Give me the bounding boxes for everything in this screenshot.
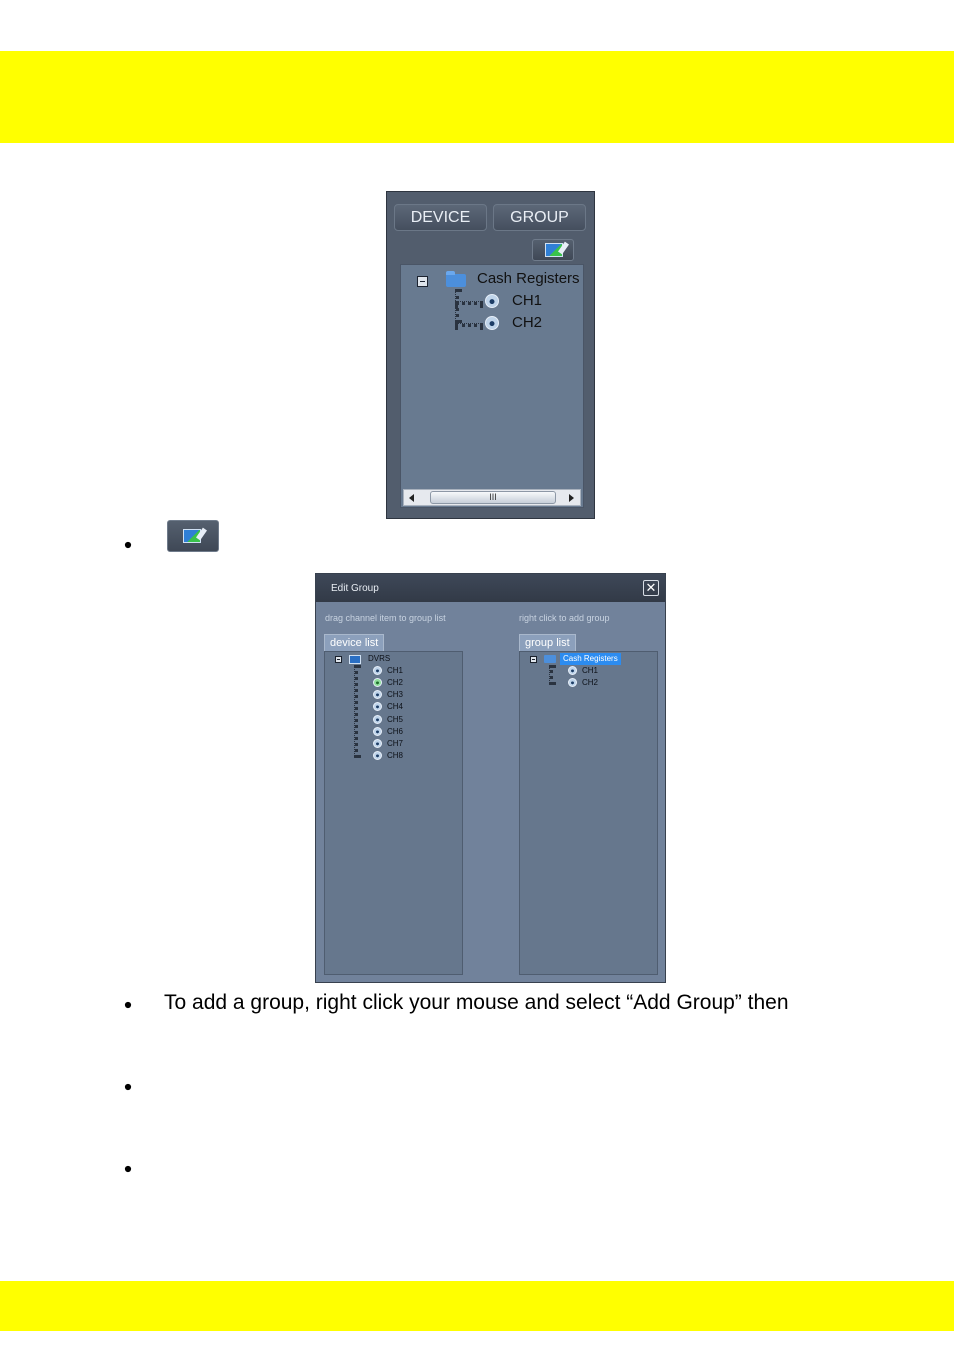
device-channel-ch4[interactable]: CH4 — [387, 701, 403, 713]
tree-line — [455, 289, 459, 323]
camera-icon — [568, 666, 577, 675]
camera-icon — [373, 727, 382, 736]
scroll-right-icon[interactable] — [569, 494, 574, 502]
tab-device-list[interactable]: device list — [324, 634, 385, 651]
device-channel-ch6[interactable]: CH6 — [387, 726, 403, 738]
dialog-title: Edit Group — [316, 574, 665, 602]
camera-icon — [568, 678, 577, 687]
group-channel-ch2[interactable]: CH2 — [582, 677, 598, 689]
device-channel-ch5[interactable]: CH5 — [387, 714, 403, 726]
dvr-icon — [349, 655, 361, 664]
camera-icon — [485, 294, 499, 308]
footer-banner — [0, 1281, 954, 1331]
device-channel-ch1[interactable]: CH1 — [387, 665, 403, 677]
scroll-thumb[interactable]: III — [430, 491, 556, 504]
camera-icon — [373, 702, 382, 711]
add-group-instruction: To add a group, right click your mouse a… — [164, 991, 789, 1014]
tree-item-ch1[interactable]: CH1 — [512, 292, 542, 312]
camera-icon — [373, 690, 382, 699]
right-hint: right click to add group — [519, 613, 610, 623]
tree-line — [549, 665, 553, 685]
scroll-left-icon[interactable] — [409, 494, 414, 502]
camera-icon — [373, 715, 382, 724]
tree-line — [455, 323, 483, 327]
tree-line — [354, 665, 358, 758]
folder-icon — [544, 655, 556, 663]
edit-group-icon — [183, 529, 201, 543]
group-tree: Cash Registers CH1 CH2 III — [400, 264, 584, 508]
tree-line — [455, 301, 483, 305]
group-channel-ch1[interactable]: CH1 — [582, 665, 598, 677]
device-list: DVRS CH1 CH2 CH3 CH4 CH5 CH6 CH7 CH8 — [324, 651, 463, 975]
tab-group[interactable]: GROUP — [493, 204, 586, 231]
close-icon[interactable]: ✕ — [643, 580, 659, 596]
bullet — [124, 1001, 132, 1009]
edit-group-button-inline — [167, 520, 219, 552]
device-channel-ch3[interactable]: CH3 — [387, 689, 403, 701]
edit-group-dialog: Edit Group ✕ drag channel item to group … — [315, 573, 666, 983]
collapse-icon[interactable] — [335, 656, 342, 663]
camera-icon — [373, 751, 382, 760]
collapse-icon[interactable] — [530, 656, 537, 663]
device-channel-ch8[interactable]: CH8 — [387, 750, 403, 762]
group-list: Cash Registers CH1 CH2 — [519, 651, 658, 975]
tree-item-ch2[interactable]: CH2 — [512, 314, 542, 334]
device-dvrs[interactable]: DVRS — [368, 653, 390, 665]
horizontal-scrollbar[interactable]: III — [403, 489, 581, 506]
edit-group-icon — [545, 243, 563, 257]
tab-group-list[interactable]: group list — [519, 634, 576, 651]
bullet — [124, 541, 132, 549]
header-banner — [0, 51, 954, 143]
tab-device[interactable]: DEVICE — [394, 204, 487, 231]
bullet — [124, 1083, 132, 1091]
left-hint: drag channel item to group list — [325, 613, 446, 623]
camera-icon — [485, 316, 499, 330]
group-cash-registers[interactable]: Cash Registers — [560, 653, 621, 665]
tree-group-cash-registers[interactable]: Cash Registers — [477, 270, 580, 290]
edit-group-button[interactable] — [532, 239, 574, 261]
collapse-icon[interactable] — [417, 276, 428, 287]
folder-icon — [446, 271, 466, 287]
bullet — [124, 1165, 132, 1173]
device-channel-ch7[interactable]: CH7 — [387, 738, 403, 750]
device-group-panel: DEVICE GROUP Cash Registers CH1 CH2 III — [386, 191, 595, 519]
camera-icon — [373, 678, 382, 687]
camera-icon — [373, 666, 382, 675]
device-channel-ch2[interactable]: CH2 — [387, 677, 403, 689]
camera-icon — [373, 739, 382, 748]
